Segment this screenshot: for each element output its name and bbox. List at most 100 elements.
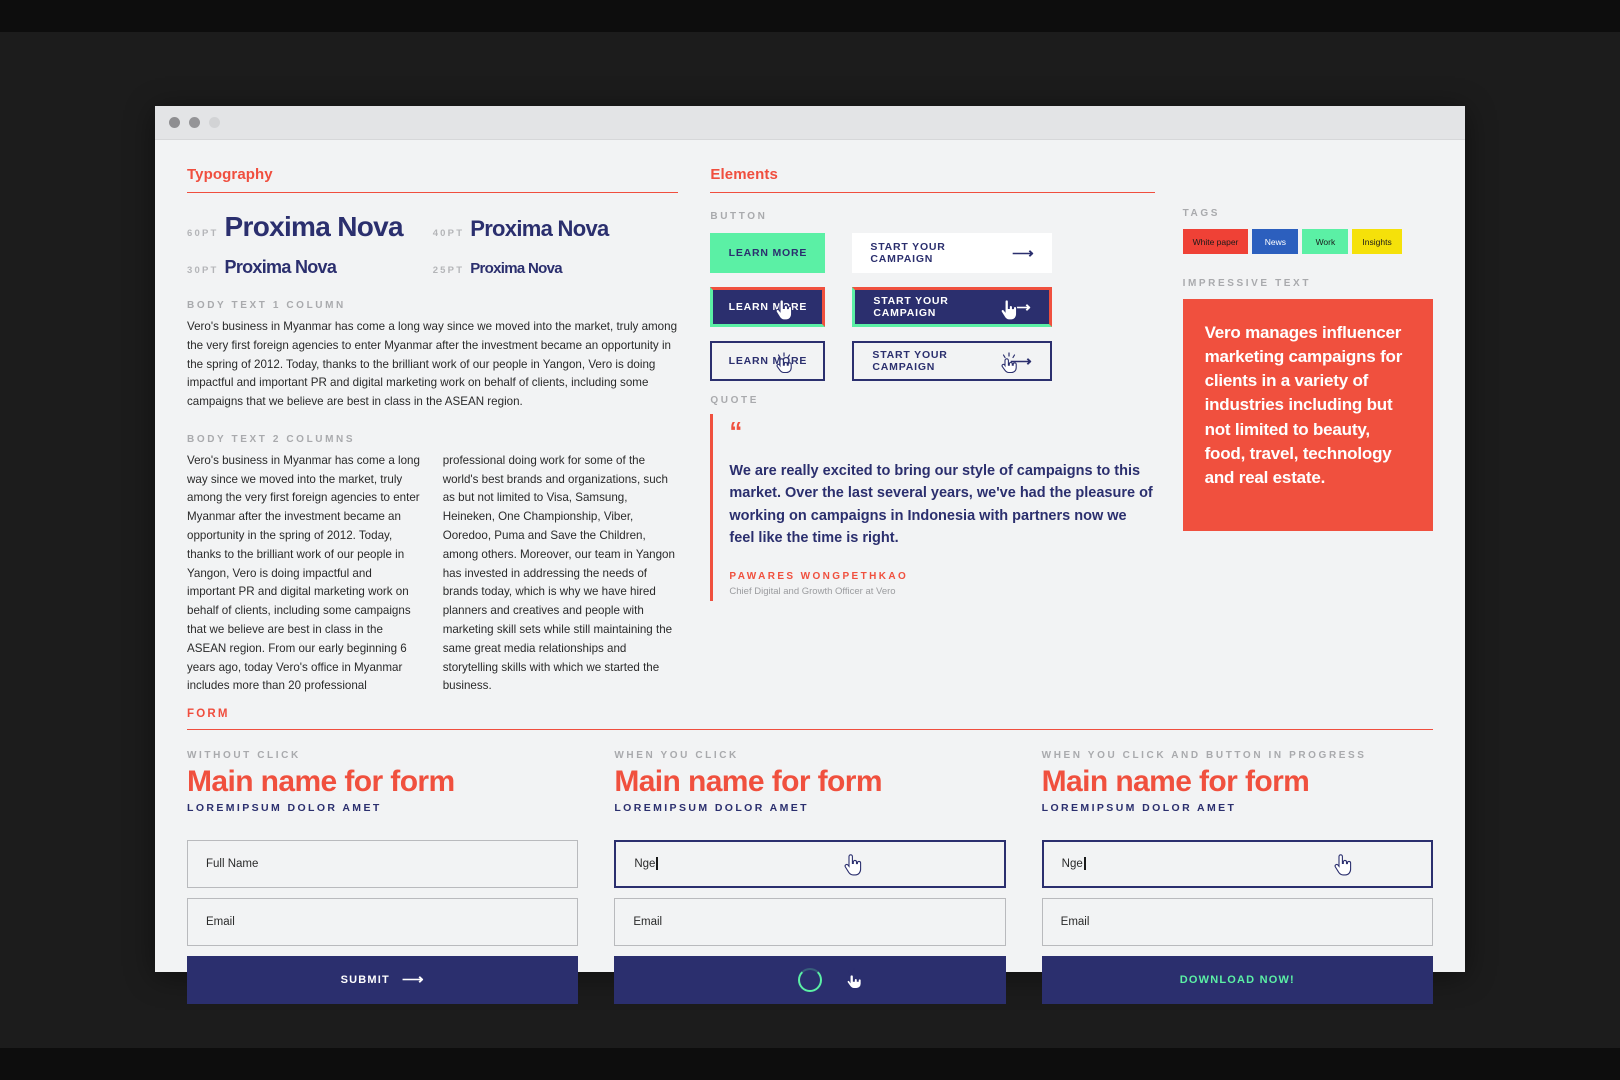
page-content: Typography 60PT Proxima Nova 40PT Proxim… [155,140,1465,1004]
start-campaign-button-hover[interactable]: START YOUR CAMPAIGN ⟶ [852,287,1053,327]
type-sample-row-small: 30PT Proxima Nova 25PT Proxima Nova [187,257,678,278]
body-text-1-column: Vero's business in Myanmar has come a lo… [187,320,678,409]
form-main-title: Main name for form [1041,765,1310,799]
bottom-letterbox [0,1048,1620,1080]
body-text-column-1: Vero's business in Myanmar has come a lo… [187,453,420,693]
type-sample-30: 30PT Proxima Nova [187,257,433,278]
email-input[interactable]: Email [1041,897,1433,946]
body-text-column-2: professional doing work for some of the … [442,453,675,693]
type-size-label: 30PT [187,265,219,276]
email-input[interactable]: Email [187,897,579,946]
full-name-input-focused[interactable]: Nge [614,839,1006,888]
quote-label: QUOTE [710,395,759,406]
type-sample-25: 25PT Proxima Nova [433,260,679,277]
button-text: LEARN MORE [728,355,808,367]
download-now-button[interactable]: DOWNLOAD NOW! [1041,955,1433,1004]
quote-text: We are really excited to bring our style… [729,463,1153,546]
elements-column: Elements BUTTON LEARN MORE START YOUR CA… [710,166,1155,696]
top-section: Typography 60PT Proxima Nova 40PT Proxim… [187,166,1433,696]
form-main-title: Main name for form [614,765,882,799]
input-value: Email [1060,915,1090,928]
form-subtitle: LOREMIPSUM DOLOR AMET [614,801,810,814]
form-fields: Full Name Email SUBMIT ⟶ [187,839,579,1004]
tags-label: TAGS [1182,208,1220,219]
form-state-label: WHEN YOU CLICK [614,750,739,762]
form-main-title: Main name for form [187,765,455,799]
input-value: Nge [634,857,656,870]
type-size-label: 60PT [187,228,219,239]
learn-more-button-clicked[interactable]: LEARN MORE [710,341,826,381]
submit-button[interactable]: SUBMIT ⟶ [187,955,579,1004]
form-fields: Nge Email DOWNLOAD NOW! [1041,839,1433,1004]
tags-column: TAGS White paper News Work Insights IMPR… [1182,166,1433,696]
tag-white-paper[interactable]: White paper [1182,229,1249,254]
text-caret [656,857,659,871]
type-sample-text: Proxima Nova [224,211,404,242]
browser-window: Typography 60PT Proxima Nova 40PT Proxim… [155,106,1465,1004]
input-value: Nge [1061,857,1083,870]
type-sample-text: Proxima Nova [470,260,562,277]
tag-list: White paper News Work Insights [1182,229,1433,254]
quote-block: “ We are really excited to bring our sty… [710,414,1154,602]
maximize-icon[interactable] [209,117,220,128]
input-value: Full Name [206,857,259,870]
button-row-hover: LEARN MORE START YOUR CAMPAIGN ⟶ [710,287,1154,327]
close-icon[interactable] [169,117,180,128]
body-text-2-columns: Vero's business in Myanmar has come a lo… [187,452,678,696]
type-sample-text: Proxima Nova [470,216,609,241]
window-titlebar [155,106,1465,140]
arrow-right-icon: ⟶ [1009,298,1032,316]
body-text-2-columns-label: BODY TEXT 2 COLUMNS [187,433,356,445]
loading-spinner-icon [797,967,822,992]
submit-button-loading[interactable] [614,955,1006,1004]
button-text: START YOUR CAMPAIGN [870,241,946,265]
text-caret [1083,857,1086,871]
button-text: DOWNLOAD NOW! [1179,973,1295,986]
type-size-label: 25PT [432,265,465,276]
type-sample-40: 40PT Proxima Nova [433,216,679,242]
top-letterbox [0,0,1620,32]
quote-mark-icon: “ [729,416,742,446]
arrow-right-icon: ⟶ [1010,352,1033,370]
learn-more-button-default[interactable]: LEARN MORE [710,233,826,273]
body-text-1-column-label: BODY TEXT 1 COLUMN [187,300,346,311]
form-column-without-click: WITHOUT CLICK Main name for form LOREMIP… [187,750,579,1004]
typography-column: Typography 60PT Proxima Nova 40PT Proxim… [187,166,679,696]
button-text: START YOUR CAMPAIGN [873,295,949,319]
type-size-label: 40PT [432,228,465,239]
elements-heading: Elements [710,166,1155,193]
start-campaign-button-clicked[interactable]: START YOUR CAMPAIGN ⟶ [852,341,1053,381]
type-sample-row-large: 60PT Proxima Nova 40PT Proxima Nova [187,211,678,243]
minimize-icon[interactable] [189,117,200,128]
form-subtitle: LOREMIPSUM DOLOR AMET [1041,801,1237,814]
typography-heading: Typography [187,166,679,193]
tag-insights[interactable]: Insights [1352,229,1402,254]
impressive-text-box: Vero manages influencer marketing campai… [1182,299,1433,531]
button-text: START YOUR CAMPAIGN [872,349,948,373]
tag-news[interactable]: News [1252,229,1299,254]
arrow-right-icon: ⟶ [1012,244,1035,262]
form-columns: WITHOUT CLICK Main name for form LOREMIP… [187,750,1433,1004]
button-text: LEARN MORE [728,247,808,259]
pointer-cursor-icon [1334,853,1352,876]
screen-backdrop: Typography 60PT Proxima Nova 40PT Proxim… [0,0,1620,1080]
impressive-text-label: IMPRESSIVE TEXT [1182,278,1312,289]
button-group-label: BUTTON [710,211,768,222]
email-input[interactable]: Email [614,897,1006,946]
type-sample-text: Proxima Nova [224,257,337,277]
quote-author-role: Chief Digital and Growth Officer at Vero [729,586,896,598]
form-column-button-in-progress: WHEN YOU CLICK AND BUTTON IN PROGRESS Ma… [1041,750,1433,1004]
form-fields: Nge Email [614,839,1006,1004]
form-heading: FORM [187,708,1433,731]
button-text: LEARN MORE [728,301,808,313]
full-name-input-focused[interactable]: Nge [1041,839,1433,888]
form-section: FORM WITHOUT CLICK Main name for form LO… [187,708,1433,1004]
form-state-label: WITHOUT CLICK [187,750,301,762]
form-state-label: WHEN YOU CLICK AND BUTTON IN PROGRESS [1041,750,1367,762]
tag-work[interactable]: Work [1302,229,1349,254]
form-subtitle: LOREMIPSUM DOLOR AMET [187,801,382,814]
start-campaign-button-default[interactable]: START YOUR CAMPAIGN ⟶ [852,233,1053,273]
learn-more-button-hover[interactable]: LEARN MORE [710,287,826,327]
button-text: SUBMIT [340,973,390,986]
full-name-input[interactable]: Full Name [187,839,579,888]
